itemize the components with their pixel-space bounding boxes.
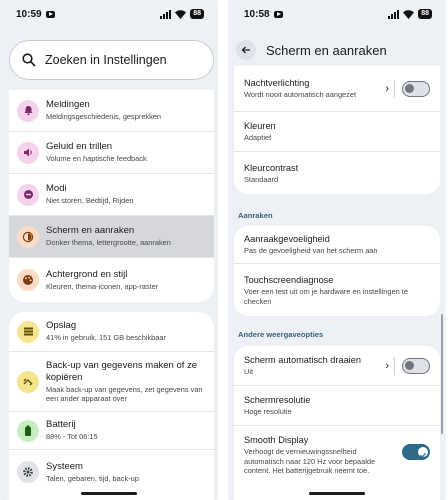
- check-icon: [419, 452, 426, 458]
- youtube-notification-icon: [45, 10, 55, 18]
- battery-badge: 88: [190, 9, 204, 19]
- settings-item-scherm[interactable]: Scherm en aanraken Donker thema, lettergr…: [9, 216, 214, 258]
- item-title: Aanraakgevoeligheid: [244, 234, 330, 245]
- item-subtitle: Niet storen, Bedtijd, Rijden: [46, 196, 134, 206]
- item-title: Kleuren: [244, 121, 276, 132]
- back-button[interactable]: [236, 40, 256, 60]
- settings-item-geluid[interactable]: Geluid en trillen Volume en haptische fee…: [9, 132, 214, 174]
- night-light-toggle[interactable]: [402, 80, 430, 97]
- transfer-icon: [17, 370, 39, 393]
- display-card-1: Nachtverlichting Wordt nooit automatisch …: [234, 66, 440, 194]
- wifi-icon: [175, 9, 187, 19]
- setting-touch-diagnostics[interactable]: Touchscreendiagnose Voer een test uit om …: [234, 264, 440, 316]
- item-title: Nachtverlichting: [244, 78, 310, 89]
- arrow-left-icon: [241, 46, 250, 54]
- status-bar: 10:59 88: [0, 0, 218, 28]
- signal-icon: [388, 9, 400, 19]
- settings-item-opslag[interactable]: Opslag 41% in gebruik, 151 GB beschikbaar: [9, 312, 214, 352]
- home-indicator[interactable]: [309, 492, 365, 495]
- status-bar: 10:58 88: [228, 0, 446, 28]
- divider: [394, 356, 395, 375]
- item-title: Scherm en aanraken: [46, 225, 135, 237]
- item-subtitle: Donker thema, lettergrootte, aanraken: [46, 238, 171, 248]
- storage-icon: [17, 320, 39, 343]
- settings-group-1: Meldingen Meldingsgeschiedenis, gesprekke…: [9, 90, 214, 302]
- status-time: 10:58: [244, 8, 270, 20]
- battery-badge: 88: [418, 9, 432, 19]
- item-subtitle: Wordt nooit automatisch aangezet: [244, 90, 357, 100]
- search-placeholder: Zoeken in Instellingen: [45, 53, 167, 67]
- brightness-icon: [17, 225, 39, 248]
- setting-kleurcontrast[interactable]: Kleurcontrast Standaard: [234, 152, 440, 194]
- item-subtitle: Pas de gevoeligheid van het scherm aan: [244, 246, 378, 256]
- item-subtitle: Verhoogt de vernieuwingssnelheid automat…: [244, 447, 376, 475]
- status-time: 10:59: [16, 8, 42, 20]
- setting-night-light[interactable]: Nachtverlichting Wordt nooit automatisch …: [234, 66, 440, 112]
- item-subtitle: Standaard: [244, 174, 279, 184]
- settings-main-pane: 10:59 88 Zoeken in Instellingen Meldinge…: [0, 0, 218, 500]
- item-subtitle: Adaptief: [244, 133, 272, 143]
- item-title: Systeem: [46, 460, 83, 472]
- wifi-icon: [403, 9, 415, 19]
- search-input[interactable]: Zoeken in Instellingen: [9, 40, 214, 80]
- display-settings-pane: 10:58 88 Scherm en aanraken Nachtverlich…: [228, 0, 446, 500]
- signal-icon: [160, 9, 172, 19]
- item-title: Scherm automatisch draaien: [244, 355, 361, 366]
- item-title: Touchscreendiagnose: [244, 275, 334, 285]
- item-subtitle: Maak back-up van gegevens, zet gegevens …: [46, 384, 203, 404]
- top-app-bar: Scherm en aanraken: [228, 38, 446, 62]
- item-subtitle: 88% - Tot 06:15: [46, 432, 98, 442]
- item-title: Back-up van gegevens maken of ze kopiëre…: [46, 359, 198, 383]
- gear-icon: [17, 461, 39, 483]
- setting-touch-sensitivity[interactable]: Aanraakgevoeligheid Pas de gevoeligheid v…: [234, 226, 440, 264]
- settings-item-backup[interactable]: Back-up van gegevens maken of ze kopiëre…: [9, 352, 214, 412]
- item-title: Achtergrond en stijl: [46, 268, 128, 280]
- section-header-touch: Aanraken: [238, 211, 273, 220]
- setting-screen-resolution[interactable]: Schermresolutie Hoge resolutie: [234, 386, 440, 426]
- item-subtitle: Talen, gebaren, tijd, back-up: [46, 473, 139, 483]
- settings-item-meldingen[interactable]: Meldingen Meldingsgeschiedenis, gesprekke…: [9, 90, 214, 132]
- item-subtitle: Voer een test uit om je hardware en inst…: [244, 287, 408, 306]
- chevron-right-icon: ›: [385, 359, 389, 372]
- item-subtitle: Volume en haptische feedback: [46, 154, 147, 164]
- setting-smooth-display[interactable]: Smooth Display Verhoogt de vernieuwingssn…: [234, 426, 440, 500]
- item-title: Meldingen: [46, 99, 90, 111]
- home-indicator[interactable]: [81, 492, 137, 495]
- settings-item-batterij[interactable]: Batterij 88% - Tot 06:15: [9, 412, 214, 450]
- display-card-2: Aanraakgevoeligheid Pas de gevoeligheid v…: [234, 226, 440, 316]
- chevron-right-icon: ›: [385, 82, 389, 95]
- speaker-icon: [17, 141, 39, 164]
- item-title: Batterij: [46, 419, 76, 431]
- youtube-notification-icon: [273, 10, 283, 18]
- item-subtitle: Uit: [244, 367, 254, 377]
- item-title: Kleurcontrast: [244, 162, 299, 173]
- auto-rotate-toggle[interactable]: [402, 357, 430, 374]
- settings-item-systeem[interactable]: Systeem Talen, gebaren, tijd, back-up: [9, 450, 214, 494]
- item-title: Modi: [46, 183, 67, 195]
- scrollbar[interactable]: [441, 314, 443, 434]
- item-subtitle: Kleuren, thema-iconen, app-raster: [46, 281, 159, 291]
- divider: [394, 79, 395, 98]
- item-title: Schermresolutie: [244, 395, 311, 406]
- item-subtitle: Meldingsgeschiedenis, gesprekken: [46, 112, 162, 122]
- search-icon: [22, 53, 36, 67]
- setting-kleuren[interactable]: Kleuren Adaptief: [234, 112, 440, 152]
- settings-group-2: Opslag 41% in gebruik, 151 GB beschikbaar…: [9, 312, 214, 500]
- item-subtitle: 41% in gebruik, 151 GB beschikbaar: [46, 333, 166, 343]
- page-title: Scherm en aanraken: [266, 42, 387, 58]
- item-subtitle: Hoge resolutie: [244, 407, 292, 417]
- bell-icon: [17, 99, 39, 122]
- item-title: Geluid en trillen: [46, 141, 113, 153]
- item-title: Opslag: [46, 320, 77, 332]
- smooth-display-toggle[interactable]: [402, 444, 430, 460]
- setting-auto-rotate[interactable]: Scherm automatisch draaien Uit ›: [234, 346, 440, 386]
- battery-icon: [17, 419, 39, 442]
- minus-circle-icon: [17, 183, 39, 206]
- section-header-other: Andere weergaveopties: [238, 330, 324, 339]
- settings-item-achtergrond[interactable]: Achtergrond en stijl Kleuren, thema-icone…: [9, 258, 214, 302]
- item-title: Smooth Display: [244, 435, 309, 445]
- settings-item-modi[interactable]: Modi Niet storen, Bedtijd, Rijden: [9, 174, 214, 216]
- display-card-3: Scherm automatisch draaien Uit › Schermre…: [234, 346, 440, 500]
- palette-icon: [17, 269, 39, 291]
